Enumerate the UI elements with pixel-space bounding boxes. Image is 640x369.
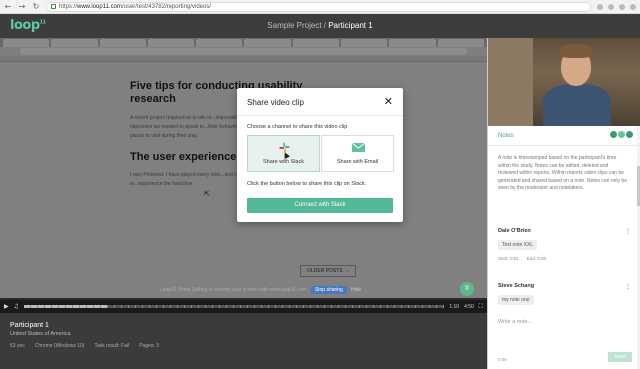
notes-intro-text: A note is timestamped based on the parti… <box>498 155 627 191</box>
participant-info: Participant 1 United States of America 5… <box>0 313 487 369</box>
email-option-label: Share with Email <box>336 159 379 165</box>
note-more-icon[interactable]: ⋮ <box>625 283 631 290</box>
hide-button: Hide <box>350 287 362 293</box>
modal-subtitle: Choose a channel to share this video cli… <box>247 124 348 130</box>
extension-icon[interactable] <box>608 3 614 10</box>
menu-icon[interactable] <box>630 3 636 10</box>
note-author: Steve Schang <box>498 283 535 289</box>
note-card: Dale O'Brien ⋮ Test note XXL Start: 0:01… <box>498 228 631 261</box>
participant-browser: Chrome (Windows 10) <box>34 343 85 349</box>
share-with-email-option[interactable]: Share with Email <box>321 135 394 172</box>
fullscreen-icon[interactable]: ⛶ <box>479 303 483 311</box>
address-bar[interactable]: https://www.loop11.com/user/test/43782/r… <box>46 1 591 12</box>
participant-country: United States of America <box>10 331 71 337</box>
note-more-icon[interactable]: ⋮ <box>625 228 631 235</box>
pages-count: Pages: 3 <box>139 343 159 349</box>
elapsed-time: 1:10 <box>449 303 460 310</box>
recorded-cursor-icon: ⇱ <box>204 191 210 198</box>
notes-panel: Notes A note is timestamped based on the… <box>487 38 640 369</box>
participant-name: Participant 1 <box>10 322 49 329</box>
session-duration: 53 sec <box>10 343 25 349</box>
note-card: Steve Schang ⋮ my note one <box>498 283 631 305</box>
playback-badge[interactable]: II <box>460 282 474 296</box>
play-icon[interactable]: ▶ <box>4 303 9 310</box>
breadcrumb: Sample Project / Participant 1 <box>267 21 373 30</box>
note-timestamp: 0:00 <box>498 357 507 362</box>
avatar[interactable] <box>626 131 633 138</box>
breadcrumb-participant: Participant 1 <box>328 21 373 30</box>
avatar[interactable] <box>618 131 625 138</box>
breadcrumb-project[interactable]: Sample Project <box>267 21 321 30</box>
volume-icon[interactable]: ♫ <box>14 303 19 310</box>
stop-sharing-button: Stop sharing <box>310 286 347 294</box>
email-icon <box>352 143 365 152</box>
note-markers <box>24 305 445 308</box>
slack-option-label: Share with Slack <box>263 159 304 165</box>
lock-icon <box>51 4 56 9</box>
browser-toolbar: ← → ↻ https://www.loop11.com/user/test/4… <box>0 0 640 14</box>
total-time: 4:50 <box>464 303 474 310</box>
screen-share-notice: Loop11 Video Setting is sharing your scr… <box>160 286 362 294</box>
connect-with-slack-button[interactable]: Connect with Slack <box>247 198 393 213</box>
notes-tab[interactable]: Notes <box>498 133 514 139</box>
note-timestamps: Start: 0:01 End: 0:05 <box>498 256 631 261</box>
video-timeline[interactable] <box>24 305 445 308</box>
note-author: Dale O'Brien <box>498 228 531 234</box>
modal-instruction: Click the button below to share this cli… <box>247 181 367 187</box>
note-text[interactable]: my note one <box>498 295 534 305</box>
note-start[interactable]: Start: 0:01 <box>498 256 519 261</box>
task-result: Task result: Fail <box>94 343 130 349</box>
share-video-clip-modal: Share video clip ✕ Choose a channel to s… <box>237 88 403 222</box>
note-end[interactable]: End: 0:05 <box>527 256 546 261</box>
modal-divider <box>237 115 403 116</box>
url-text: https://www.loop11.com/user/test/43782/r… <box>59 3 211 10</box>
profile-icon[interactable] <box>619 3 625 10</box>
webcam-video <box>488 38 640 126</box>
modal-title: Share video clip <box>247 98 304 107</box>
reload-icon[interactable]: ↻ <box>32 2 40 11</box>
bookmark-star-icon[interactable] <box>597 3 603 10</box>
video-controls: ▶ ♫ 1:10 4:50 ⛶ <box>0 300 487 313</box>
app-header: loop11 Sample Project / Participant 1 <box>0 14 640 38</box>
notes-header: Notes <box>488 126 640 146</box>
save-note-button[interactable]: Save <box>608 352 632 362</box>
back-icon[interactable]: ← <box>4 2 12 11</box>
recorded-address-bar <box>20 48 467 55</box>
note-text[interactable]: Test note XXL <box>498 240 538 250</box>
note-input[interactable]: Write a note... <box>498 319 631 353</box>
avatar[interactable] <box>610 131 617 138</box>
close-icon[interactable]: ✕ <box>384 95 393 108</box>
older-posts-button: OLDER POSTS → <box>300 265 356 277</box>
recorded-browser-tabs <box>0 38 487 47</box>
forward-icon[interactable]: → <box>18 2 26 11</box>
browser-extension-icons <box>597 3 636 10</box>
participant-meta: 53 sec Chrome (Windows 10) Task result: … <box>10 343 477 349</box>
notetaker-avatars <box>610 131 633 138</box>
